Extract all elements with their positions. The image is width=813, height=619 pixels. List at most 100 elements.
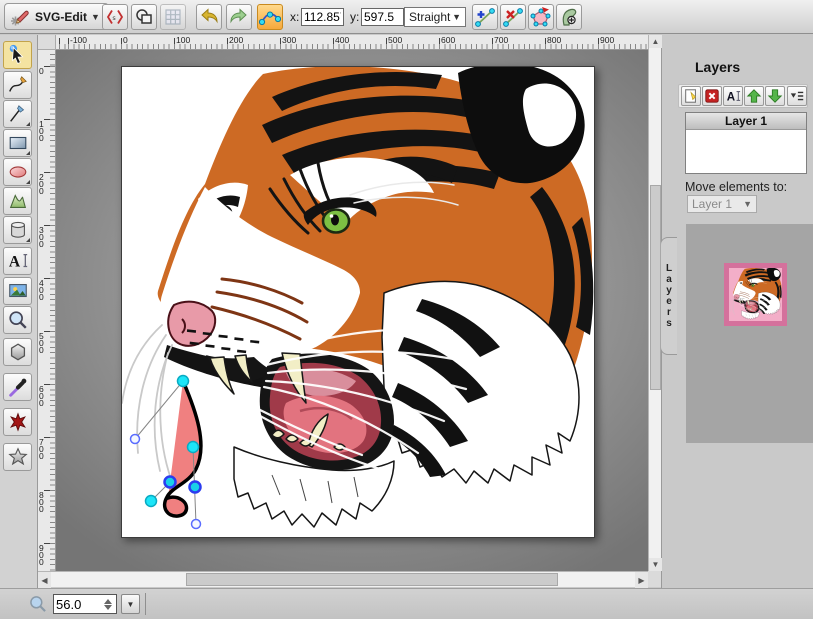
delete-layer-button[interactable]	[702, 86, 722, 106]
layer-list[interactable]: Layer 1	[685, 112, 807, 174]
undo-button[interactable]	[196, 4, 222, 30]
pencil-tool-icon	[7, 74, 29, 96]
chevron-down-icon: ▼	[743, 199, 752, 209]
undo-icon	[198, 6, 220, 28]
tool-shape[interactable]	[3, 408, 32, 436]
redo-icon	[228, 6, 250, 28]
tool-text[interactable]: A	[3, 247, 32, 275]
tool-shape-library[interactable]	[3, 216, 32, 244]
red-cross-shape-icon	[7, 411, 29, 433]
tool-line[interactable]	[3, 100, 32, 128]
delete-node-button[interactable]	[500, 4, 526, 30]
v-ruler-label: 0	[39, 68, 44, 75]
path-node-selected[interactable]	[188, 442, 199, 453]
open-path-button[interactable]	[528, 4, 554, 30]
source-editor-button[interactable]: s	[102, 4, 128, 30]
grid-button[interactable]	[160, 4, 186, 30]
segment-type-value: Straight	[409, 10, 450, 24]
new-layer-icon	[683, 88, 699, 104]
delete-node-icon	[502, 6, 524, 28]
vertical-ruler: 01 0 02 0 03 0 04 0 05 0 06 0 07 0 08 0 …	[38, 50, 56, 571]
v-ruler-label: 4 0 0	[39, 280, 44, 301]
select-tool-icon	[7, 44, 29, 66]
tool-pencil[interactable]	[3, 71, 32, 99]
scroll-down-arrow[interactable]: ▼	[649, 558, 662, 571]
tool-path[interactable]	[3, 187, 32, 215]
horizontal-scrollbar[interactable]: ◀ ▶	[38, 571, 648, 587]
path-node[interactable]	[165, 477, 176, 488]
top-toolbar: SVG-Edit ▼ s	[0, 0, 813, 34]
segment-type-select[interactable]: Straight ▼	[404, 7, 466, 27]
v-ruler-label: 7 0 0	[39, 439, 44, 460]
x-label: x:	[290, 10, 299, 24]
move-elements-label: Move elements to:	[685, 180, 787, 194]
path-node[interactable]	[190, 482, 201, 493]
control-point[interactable]	[192, 520, 201, 529]
zoom-spinner[interactable]	[102, 597, 114, 611]
move-elements-select[interactable]: Layer 1 ▼	[687, 195, 757, 213]
h-ruler-label: 400	[335, 35, 349, 45]
v-ruler-label: 5 0 0	[39, 333, 44, 354]
document-properties-button[interactable]	[131, 4, 157, 30]
svg-edit-logo-icon	[9, 6, 31, 28]
add-subpath-button[interactable]	[556, 4, 582, 30]
h-ruler-label: 100	[176, 35, 190, 45]
workspace[interactable]	[56, 50, 648, 571]
tool-star[interactable]	[3, 443, 32, 471]
move-layer-up-button[interactable]	[744, 86, 764, 106]
rectangle-tool-icon	[7, 132, 29, 154]
left-toolbar: A	[0, 35, 38, 588]
tool-zoom[interactable]	[3, 306, 32, 334]
text-tool-icon: A	[7, 250, 29, 272]
scroll-up-arrow[interactable]: ▲	[649, 35, 662, 48]
zoom-level-input[interactable]	[56, 595, 100, 613]
tool-rectangle[interactable]	[3, 129, 32, 157]
scroll-right-arrow[interactable]: ▶	[635, 572, 648, 588]
node-tool-icon	[259, 6, 281, 28]
tool-image[interactable]	[3, 277, 32, 305]
grid-icon	[163, 7, 183, 27]
vertical-scrollbar[interactable]: ▲ ▼	[648, 35, 661, 571]
canvas-thumbnail[interactable]	[724, 263, 787, 326]
node-tool-button[interactable]	[257, 4, 283, 30]
thumbnail-tiger	[729, 268, 782, 321]
vertical-scroll-thumb[interactable]	[650, 185, 661, 390]
image-tool-icon	[7, 280, 29, 302]
scroll-left-arrow[interactable]: ◀	[38, 572, 51, 588]
layer-options-button[interactable]	[787, 86, 807, 106]
x-input[interactable]	[301, 8, 344, 26]
svg-canvas[interactable]	[121, 66, 595, 538]
control-point[interactable]	[131, 435, 140, 444]
arrow-down-icon	[767, 88, 783, 104]
redo-button[interactable]	[226, 4, 252, 30]
rename-layer-button[interactable]: A	[723, 86, 743, 106]
new-layer-button[interactable]	[681, 86, 701, 106]
h-ruler-label: 200	[229, 35, 243, 45]
zoom-dropdown-button[interactable]: ▼	[121, 594, 140, 614]
rename-layer-icon: A	[725, 88, 741, 104]
h-ruler-label: 600	[441, 35, 455, 45]
layer-row[interactable]: Layer 1	[686, 113, 806, 130]
tool-select[interactable]	[3, 41, 32, 69]
path-node-selected[interactable]	[178, 376, 189, 387]
chevron-down-icon: ▼	[452, 12, 461, 22]
tool-polygon[interactable]	[3, 338, 32, 366]
eyedropper-icon	[7, 376, 29, 398]
main-menu-button[interactable]: SVG-Edit ▼	[4, 3, 109, 30]
layers-sidebar: Layers A	[661, 35, 813, 588]
move-layer-down-button[interactable]	[765, 86, 785, 106]
svg-text:s: s	[112, 14, 116, 22]
arrow-up-icon	[746, 88, 762, 104]
v-ruler-label: 2 0 0	[39, 174, 44, 195]
path-node-selected[interactable]	[146, 496, 157, 507]
ellipse-tool-icon	[7, 161, 29, 183]
v-ruler-label: 6 0 0	[39, 386, 44, 407]
y-input[interactable]	[361, 8, 404, 26]
tool-eyedropper[interactable]	[3, 373, 32, 401]
horizontal-scroll-thumb[interactable]	[186, 573, 558, 586]
footer-bar: ▼	[0, 588, 813, 619]
add-node-button[interactable]	[472, 4, 498, 30]
layers-side-tab[interactable]: L a y e r s	[660, 237, 677, 355]
tool-ellipse[interactable]	[3, 158, 32, 186]
layer-menu-icon	[789, 88, 805, 104]
